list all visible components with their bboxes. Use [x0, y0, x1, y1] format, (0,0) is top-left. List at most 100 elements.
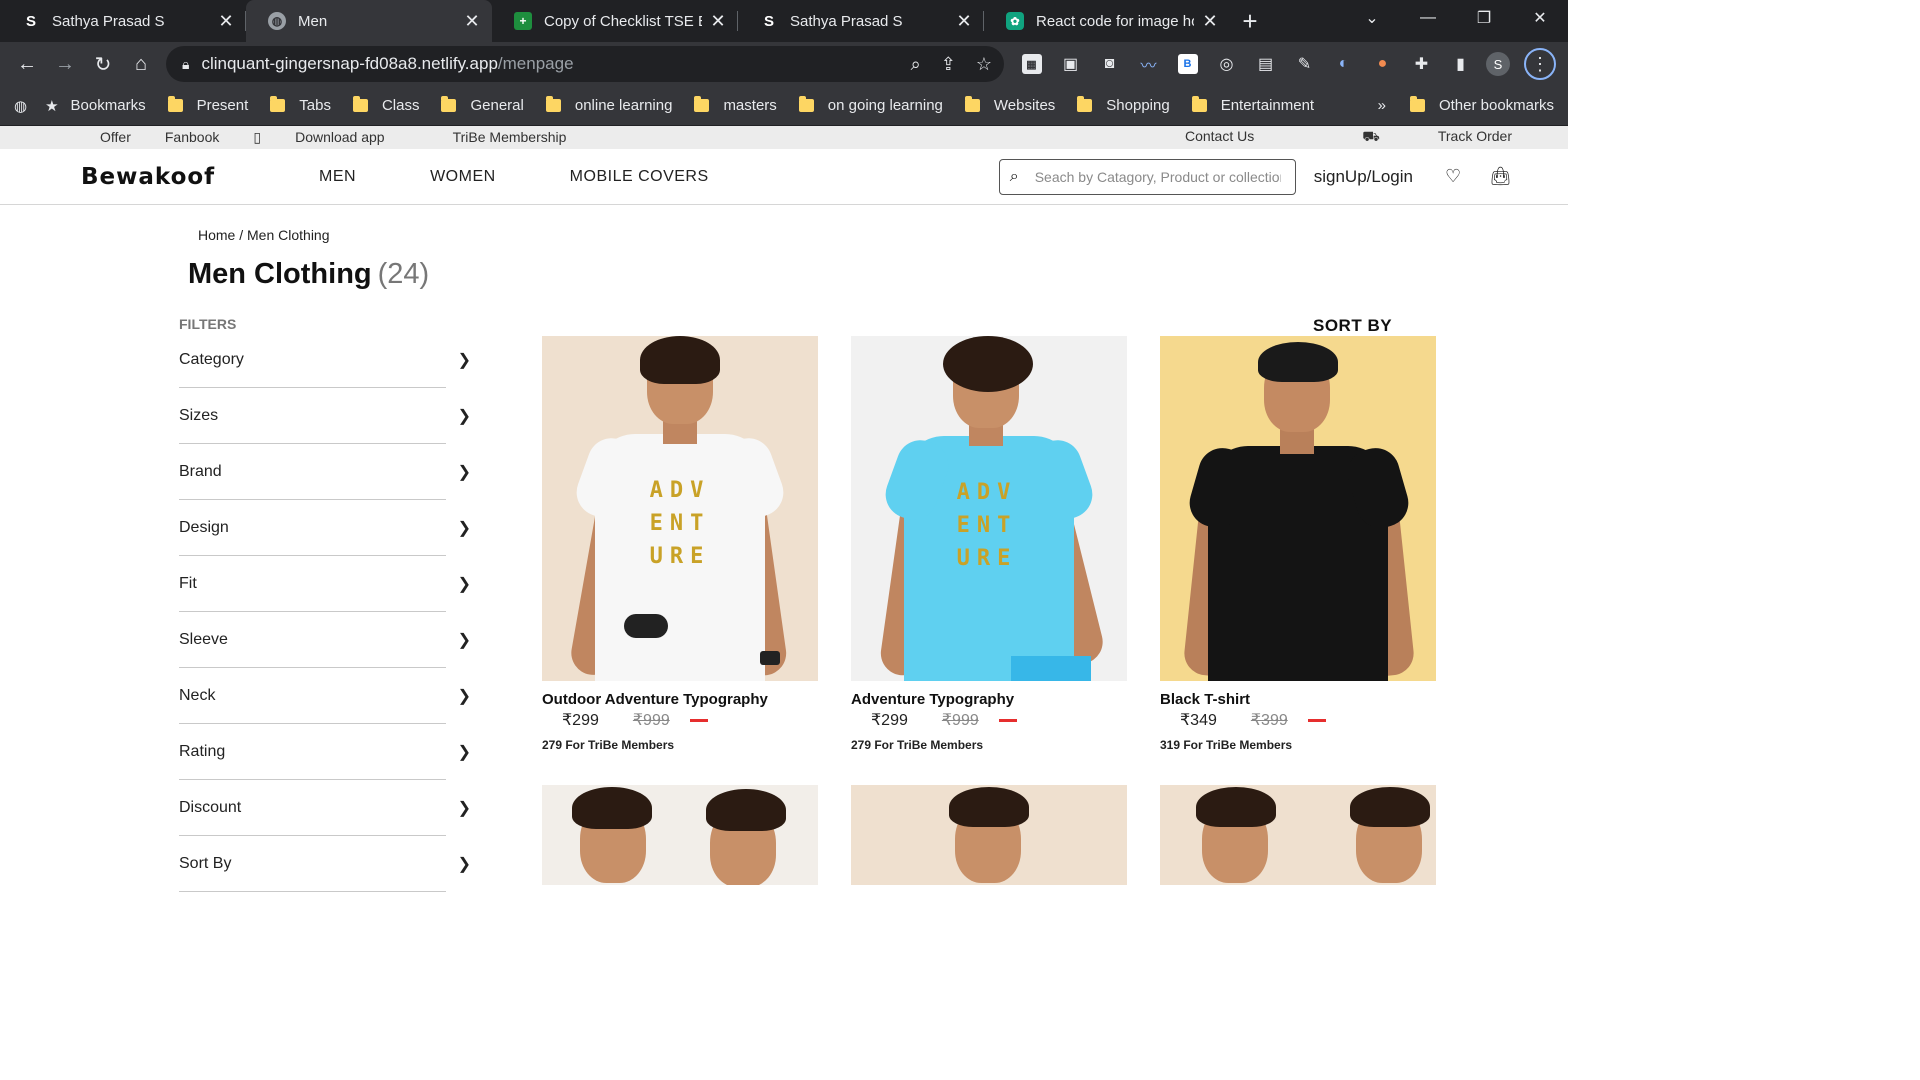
product-card[interactable]: ADV ENT URE Outdoor Adventure Typography ₹…: [542, 336, 818, 752]
bag-icon[interactable]: 👜︎: [1489, 166, 1512, 187]
share-icon[interactable]: ⇪: [941, 54, 956, 75]
bookmark-folder[interactable]: online learning: [545, 96, 672, 114]
moon-icon[interactable]: ◐: [1324, 49, 1363, 79]
filter-sizes[interactable]: Sizes ❯: [179, 388, 475, 444]
chevron-right-icon: ❯: [457, 352, 471, 369]
wave-icon[interactable]: 〰: [1129, 49, 1168, 79]
extension-icon[interactable]: ▣: [1051, 49, 1090, 79]
pen-icon[interactable]: ✎: [1285, 49, 1324, 79]
bookmark-folder[interactable]: Shopping: [1077, 96, 1170, 114]
bookmarks-overflow-icon[interactable]: »: [1378, 97, 1386, 114]
track-order-link[interactable]: ⛟ Track Order: [1308, 128, 1512, 147]
login-link[interactable]: signUp/Login: [1314, 167, 1413, 187]
search-icon[interactable]: ⌕: [1010, 168, 1019, 186]
camera-icon[interactable]: ◙: [1090, 49, 1129, 79]
bookmark-folder[interactable]: Tabs: [270, 96, 331, 114]
filter-neck[interactable]: Neck ❯: [179, 668, 475, 724]
forward-icon[interactable]: →: [46, 46, 84, 82]
site-logo[interactable]: Bewakoof: [81, 164, 244, 190]
browser-tab-active[interactable]: ◍ Men ✕: [246, 0, 492, 42]
nav-men[interactable]: MEN: [319, 168, 356, 186]
sidepanel-icon[interactable]: ▮: [1441, 49, 1480, 79]
bookmark-folder[interactable]: General: [441, 96, 524, 114]
product-prices: ₹299 ₹999: [542, 710, 818, 730]
browser-tab[interactable]: + Copy of Checklist TSE Bat ✕: [492, 0, 738, 42]
url-path: /menpage: [497, 54, 574, 73]
close-tab-icon[interactable]: ✕: [464, 11, 480, 32]
product-card[interactable]: ADV ENT URE Adventure Typography ₹299 ₹999…: [851, 336, 1127, 752]
product-image[interactable]: ADV ENT URE: [542, 336, 818, 681]
bookmark-folder[interactable]: Present: [167, 96, 248, 114]
product-name[interactable]: Adventure Typography: [851, 691, 1127, 708]
filter-rating[interactable]: Rating ❯: [179, 724, 475, 780]
browser-tab[interactable]: S Sathya Prasad S ✕: [0, 0, 246, 42]
search-box[interactable]: ⌕: [998, 158, 1296, 195]
product-image[interactable]: ADV ENT URE: [851, 336, 1127, 681]
filter-sleeve[interactable]: Sleeve ❯: [179, 612, 475, 668]
contact-us-link[interactable]: Contact Us: [1185, 128, 1254, 147]
breadcrumb: Home / Men Clothing: [198, 227, 330, 243]
other-bookmarks[interactable]: Other bookmarks: [1409, 96, 1554, 114]
back-icon[interactable]: ←: [8, 46, 46, 82]
download-app-link[interactable]: ▯ Download app: [253, 129, 418, 146]
bookmark-folder[interactable]: Websites: [964, 96, 1055, 114]
product-image[interactable]: [1160, 336, 1436, 681]
filter-brand[interactable]: Brand ❯: [179, 444, 475, 500]
discount-dash: [998, 718, 1017, 722]
browser-tab[interactable]: S Sathya Prasad S ✕: [738, 0, 984, 42]
profile-avatar[interactable]: S: [1486, 52, 1510, 76]
product-image[interactable]: [851, 785, 1127, 885]
sort-by-label[interactable]: SORT BY: [1313, 316, 1392, 336]
home-icon[interactable]: ⌂: [122, 46, 160, 82]
restore-icon[interactable]: ❐: [1456, 0, 1512, 36]
bookmark-star-icon[interactable]: ☆: [976, 54, 992, 75]
filter-design[interactable]: Design ❯: [179, 500, 475, 556]
zoom-icon[interactable]: ⌕: [911, 54, 921, 75]
minimize-icon[interactable]: —: [1400, 0, 1456, 36]
heart-icon[interactable]: ♡: [1445, 166, 1461, 187]
lock-icon[interactable]: 🔒︎: [182, 56, 189, 73]
product-card[interactable]: [1160, 785, 1436, 885]
bookmark-folder[interactable]: Entertainment: [1191, 96, 1314, 114]
target-icon[interactable]: ◎: [1207, 49, 1246, 79]
close-tab-icon[interactable]: ✕: [218, 11, 234, 32]
product-name[interactable]: Outdoor Adventure Typography: [542, 691, 818, 708]
product-image[interactable]: [542, 785, 818, 885]
bookmark-folder[interactable]: on going learning: [798, 96, 943, 114]
browser-tab[interactable]: ✿ React code for image hov ✕: [984, 0, 1230, 42]
product-image[interactable]: [1160, 785, 1436, 885]
new-tab-button[interactable]: +: [1230, 0, 1270, 42]
nav-mobile-covers[interactable]: MOBILE COVERS: [570, 168, 709, 186]
product-card[interactable]: [851, 785, 1127, 885]
close-window-icon[interactable]: ✕: [1512, 0, 1568, 36]
extension-icon[interactable]: ▦: [1012, 49, 1051, 79]
apps-icon[interactable]: ◍: [14, 97, 27, 115]
puzzle-icon[interactable]: ✚: [1402, 49, 1441, 79]
chevron-right-icon: ❯: [457, 464, 471, 481]
nav-women[interactable]: WOMEN: [430, 168, 496, 186]
tribe-membership-link[interactable]: TriBe Membership: [453, 129, 567, 146]
bookmark-bookmarks[interactable]: ★ Bookmarks: [45, 97, 145, 115]
reload-icon[interactable]: ↻: [84, 46, 122, 82]
product-card[interactable]: Black T-shirt ₹349 ₹399 319 For TriBe Me…: [1160, 336, 1436, 752]
product-card[interactable]: [542, 785, 818, 885]
tab-search-icon[interactable]: ⌄: [1344, 0, 1400, 36]
extension-icon[interactable]: ●: [1363, 49, 1402, 79]
calculator-icon[interactable]: ▤: [1246, 49, 1285, 79]
bookmark-folder[interactable]: Class: [352, 96, 419, 114]
search-input[interactable]: [1034, 168, 1281, 185]
offer-link[interactable]: Offer: [100, 129, 131, 146]
filter-fit[interactable]: Fit ❯: [179, 556, 475, 612]
filter-sort-by[interactable]: Sort By ❯: [179, 836, 475, 892]
menu-icon[interactable]: ⋮: [1524, 48, 1556, 80]
extension-icon[interactable]: B: [1168, 49, 1207, 79]
close-tab-icon[interactable]: ✕: [710, 11, 726, 32]
filter-category[interactable]: Category ❯: [179, 332, 475, 388]
product-name[interactable]: Black T-shirt: [1160, 691, 1436, 708]
fanbook-link[interactable]: Fanbook: [165, 129, 219, 146]
bookmark-folder[interactable]: masters: [694, 96, 777, 114]
filter-discount[interactable]: Discount ❯: [179, 780, 475, 836]
close-tab-icon[interactable]: ✕: [956, 11, 972, 32]
close-tab-icon[interactable]: ✕: [1202, 11, 1218, 32]
address-bar[interactable]: 🔒︎ clinquant-gingersnap-fd08a8.netlify.a…: [166, 46, 1004, 82]
